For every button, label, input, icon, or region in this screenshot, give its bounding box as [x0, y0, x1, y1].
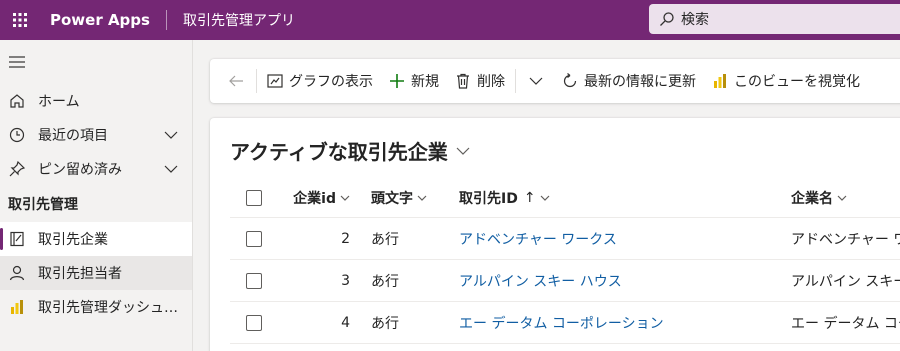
brand-title[interactable]: Power Apps [50, 11, 150, 29]
column-header-label: 取引先ID [459, 190, 518, 207]
sidebar-item-label: ピン留め済み [38, 162, 122, 178]
column-header-account-id[interactable]: 取引先ID ↑ [459, 178, 550, 217]
cell-initial: あ行 [371, 231, 399, 248]
sidebar-item-label: 取引先企業 [38, 232, 108, 248]
column-header-initial[interactable]: 頭文字 [371, 178, 427, 217]
header-divider [165, 10, 167, 30]
chevron-down-icon [540, 195, 550, 201]
cell-initial: あ行 [371, 315, 399, 332]
home-icon [8, 92, 26, 110]
chevron-down-icon [340, 195, 350, 201]
refresh-button[interactable]: 最新の情報に更新 [554, 65, 704, 97]
visualize-view-button[interactable]: このビューを視覚化 [704, 65, 868, 97]
cell-company-name: エー データム コーポレーション [791, 315, 900, 332]
sidebar-item-contacts[interactable]: 取引先担当者 [0, 256, 192, 290]
sidebar-item-pinned[interactable]: ピン留め済み [0, 152, 192, 186]
select-all-checkbox[interactable] [246, 189, 262, 206]
sort-ascending-icon: ↑ [523, 189, 536, 206]
account-link[interactable]: アルパイン スキー ハウス [459, 260, 622, 301]
column-header-label: 頭文字 [371, 190, 413, 207]
sidebar-group-title: 取引先管理 [8, 197, 78, 213]
view-selector[interactable]: アクティブな取引先企業 [230, 136, 470, 165]
delete-button[interactable]: 削除 [447, 65, 513, 97]
cell-company-name: アルパイン スキー ハウス [791, 273, 900, 290]
account-link[interactable]: エー データム コーポレーション [459, 302, 664, 343]
row-select-cell [246, 302, 262, 343]
cell-id: 4 [341, 314, 350, 331]
sidebar-item-label: 取引先管理ダッシュボード [38, 300, 188, 316]
new-label: 新規 [411, 74, 439, 90]
sidebar-item-label: 取引先担当者 [38, 266, 122, 282]
sidebar-item-label: 最近の項目 [38, 128, 108, 144]
sidebar-item-recent[interactable]: 最近の項目 [0, 118, 192, 152]
person-icon [8, 264, 26, 282]
command-divider [515, 69, 516, 93]
chevron-down-icon [529, 77, 543, 85]
search-placeholder: 検索 [681, 12, 709, 28]
sidebar-item-accounts[interactable]: 取引先企業 [0, 222, 192, 256]
data-grid: 企業id 頭文字 取引先ID ↑ 企業名 2 あ行 アドベンチャー ワークス ア… [230, 178, 900, 344]
arrow-left-icon [229, 75, 243, 87]
refresh-icon [563, 73, 577, 88]
powerbi-icon [8, 298, 26, 316]
chart-icon [267, 74, 283, 88]
table-row[interactable]: 3 あ行 アルパイン スキー ハウス アルパイン スキー ハウス [230, 260, 900, 302]
chevron-down-icon [456, 147, 470, 155]
new-button[interactable]: 新規 [381, 65, 447, 97]
visualize-view-label: このビューを視覚化 [734, 74, 860, 90]
sidebar: ホーム 最近の項目 ピン留め済み 取引先管理 取引先企業 取引先担当者 取引先管… [0, 40, 193, 351]
column-header-label: 企業id [293, 190, 336, 207]
clock-icon [8, 126, 26, 144]
command-bar: グラフの表示 新規 削除 最新の情報に更新 このビューを視覚化 [210, 59, 900, 103]
search-input[interactable]: 検索 [649, 4, 900, 34]
pin-icon [8, 160, 26, 178]
table-row[interactable]: 4 あ行 エー データム コーポレーション エー データム コーポレーション [230, 302, 900, 344]
row-select-cell [246, 260, 262, 301]
row-checkbox[interactable] [246, 230, 262, 247]
chevron-down-icon[interactable] [164, 162, 178, 176]
show-chart-button[interactable]: グラフの表示 [259, 65, 381, 97]
site-map-toggle[interactable] [0, 40, 192, 84]
hamburger-icon [9, 56, 25, 68]
show-chart-label: グラフの表示 [289, 74, 373, 90]
column-header-company-name[interactable]: 企業名 [791, 178, 900, 217]
app-launcher-button[interactable] [0, 0, 40, 40]
sidebar-item-label: ホーム [38, 94, 80, 110]
waffle-icon [13, 13, 27, 27]
table-row[interactable]: 2 あ行 アドベンチャー ワークス アドベンチャー ワークス [230, 218, 900, 260]
select-all-cell [246, 178, 262, 217]
plus-icon [390, 74, 404, 88]
row-checkbox[interactable] [246, 272, 262, 289]
chevron-down-icon [837, 195, 847, 201]
row-checkbox[interactable] [246, 314, 262, 331]
delete-label: 削除 [477, 74, 505, 90]
refresh-label: 最新の情報に更新 [584, 74, 696, 90]
row-select-cell [246, 218, 262, 259]
sidebar-item-home[interactable]: ホーム [0, 84, 192, 118]
command-divider [256, 69, 257, 93]
back-button[interactable] [218, 65, 254, 97]
chevron-down-icon [417, 195, 427, 201]
app-name[interactable]: 取引先管理アプリ [183, 10, 295, 30]
cell-id: 3 [341, 272, 350, 289]
more-commands-button[interactable] [518, 65, 554, 97]
cell-id: 2 [341, 230, 350, 247]
trash-icon [457, 73, 469, 89]
column-header-id[interactable]: 企業id [290, 178, 350, 217]
powerbi-icon [714, 74, 726, 88]
view-title: アクティブな取引先企業 [230, 140, 448, 164]
grid-panel: アクティブな取引先企業 企業id 頭文字 取引先ID ↑ 企業名 2 あ行 アド… [210, 118, 900, 351]
chevron-down-icon[interactable] [164, 128, 178, 142]
cell-company-name: アドベンチャー ワークス [791, 231, 900, 248]
account-link[interactable]: アドベンチャー ワークス [459, 218, 617, 259]
search-icon [660, 12, 674, 26]
sidebar-item-dashboard[interactable]: 取引先管理ダッシュボード [0, 290, 192, 324]
cell-initial: あ行 [371, 273, 399, 290]
account-icon [8, 230, 26, 248]
column-header-label: 企業名 [791, 190, 833, 207]
grid-header-row: 企業id 頭文字 取引先ID ↑ 企業名 [230, 178, 900, 218]
top-bar: Power Apps 取引先管理アプリ 検索 [0, 0, 900, 40]
